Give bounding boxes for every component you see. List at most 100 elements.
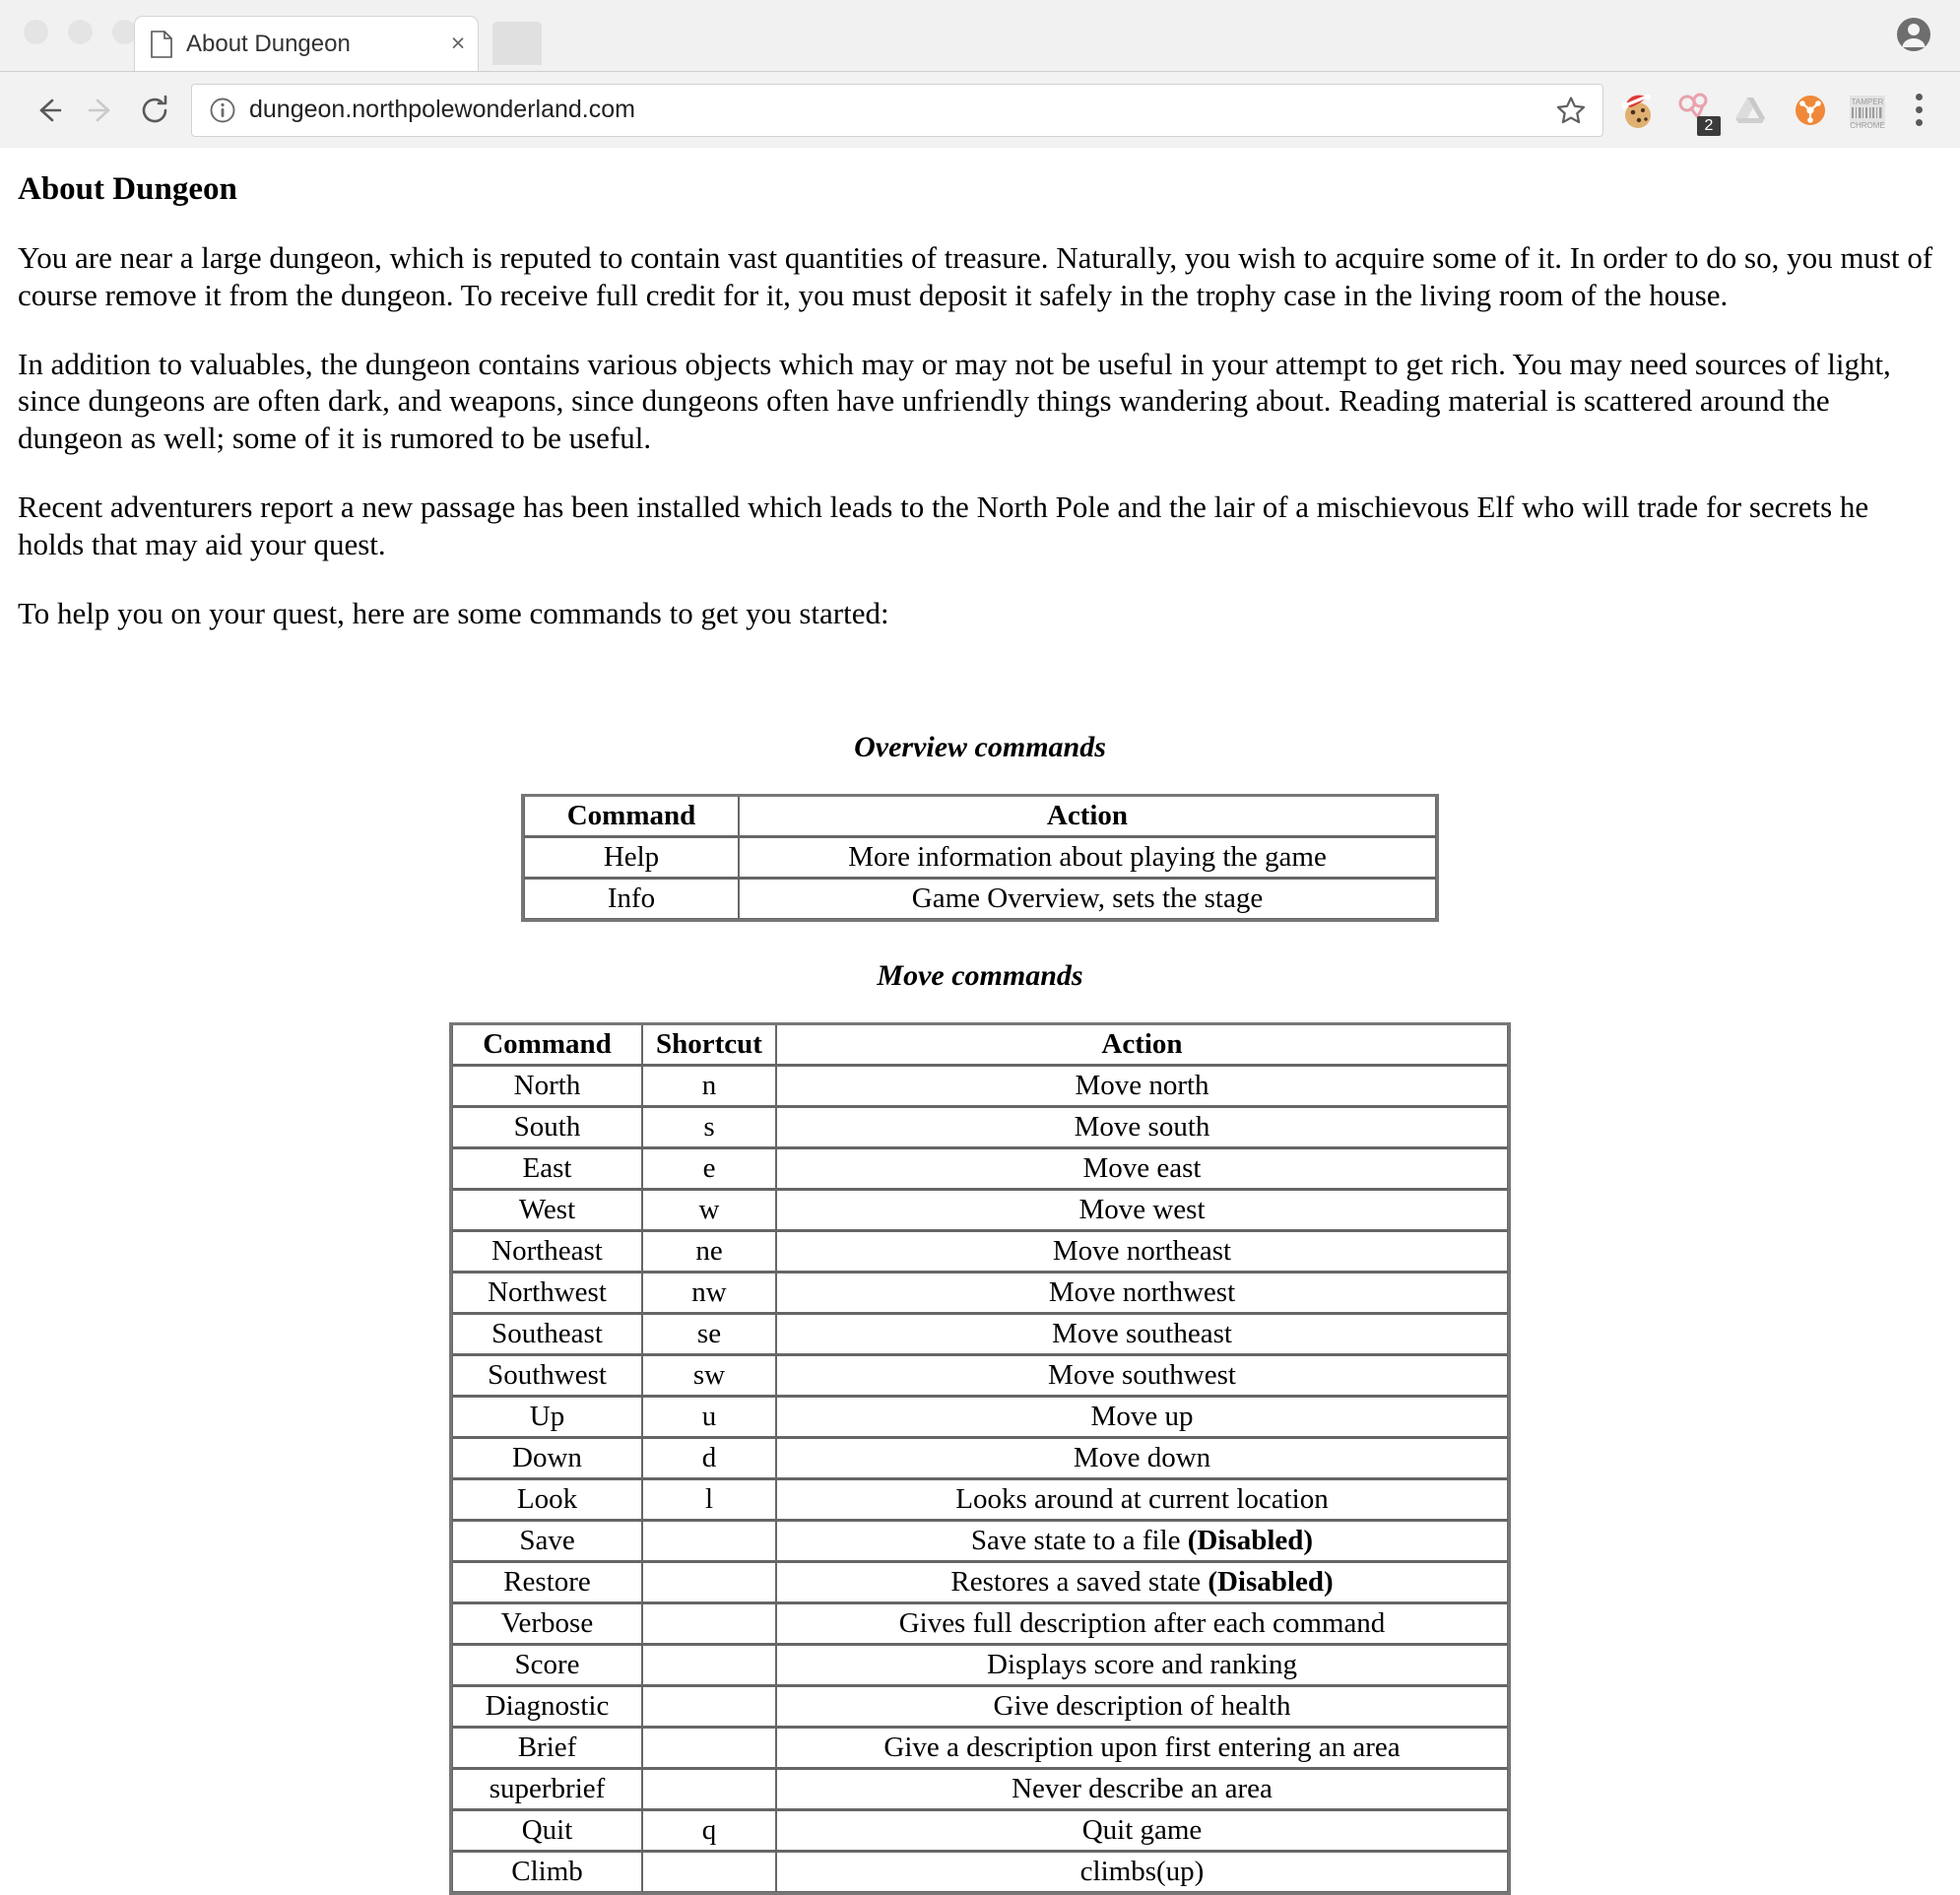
table-row: Save Save state to a file (Disabled): [452, 1519, 1508, 1561]
cell-shortcut: u: [642, 1395, 776, 1437]
back-button[interactable]: [22, 84, 75, 137]
three-dot-menu-icon[interactable]: [1899, 87, 1938, 134]
cell-action: More information about playing the game: [739, 835, 1436, 878]
table-row: North n Move north: [452, 1064, 1508, 1106]
cell-command: Southwest: [452, 1353, 642, 1396]
cell-action: Move north: [776, 1064, 1508, 1106]
new-tab-placeholder[interactable]: [492, 22, 542, 65]
table-row: Southwest sw Move southwest: [452, 1353, 1508, 1396]
disabled-marker: (Disabled): [1187, 1524, 1314, 1556]
tab-strip: About Dungeon ×: [0, 0, 1960, 71]
intro-paragraph-3: Recent adventurers report a new passage …: [18, 490, 1869, 561]
table-row: Look l Looks around at current location: [452, 1477, 1508, 1520]
santa-cookie-icon[interactable]: [1617, 89, 1661, 132]
cell-command: Restore: [452, 1560, 642, 1602]
table-row: Northwest nw Move northwest: [452, 1271, 1508, 1313]
column-header-action: Action: [739, 796, 1436, 836]
cell-shortcut: [642, 1726, 776, 1768]
table-row: Southeast se Move southeast: [452, 1312, 1508, 1354]
cell-command: Score: [452, 1643, 642, 1685]
forward-button[interactable]: [75, 84, 128, 137]
browser-toolbar: dungeon.northpolewonderland.com 2 TAMPER…: [0, 71, 1960, 148]
window-controls[interactable]: [24, 20, 137, 44]
disabled-marker: (Disabled): [1208, 1565, 1334, 1598]
cell-command: Verbose: [452, 1601, 642, 1644]
cell-action: Displays score and ranking: [776, 1643, 1508, 1685]
window-close-button[interactable]: [24, 20, 48, 44]
account-avatar-icon[interactable]: [1893, 14, 1934, 55]
cell-command: Quit: [452, 1808, 642, 1851]
cell-action: Gives full description after each comman…: [776, 1601, 1508, 1644]
star-outline-icon[interactable]: [1555, 95, 1587, 126]
cell-shortcut: [642, 1767, 776, 1809]
cell-command: Look: [452, 1477, 642, 1520]
cell-shortcut: s: [642, 1105, 776, 1147]
table-row: Down d Move down: [452, 1436, 1508, 1478]
cell-command: Down: [452, 1436, 642, 1478]
browser-chrome: About Dungeon × dungeon.northpolewonderl…: [0, 0, 1960, 148]
cell-action: Move west: [776, 1188, 1508, 1230]
cell-shortcut: [642, 1560, 776, 1602]
tab-title: About Dungeon: [186, 30, 351, 57]
move-commands-caption: Move commands: [877, 958, 1083, 992]
tamper-chrome-icon[interactable]: TAMPER CHROME: [1846, 89, 1889, 132]
close-icon[interactable]: ×: [438, 30, 478, 57]
cell-command: superbrief: [452, 1767, 642, 1809]
cell-action: Move southeast: [776, 1312, 1508, 1354]
google-drive-icon[interactable]: [1731, 89, 1775, 132]
column-header-command: Command: [452, 1024, 642, 1065]
table-row: East e Move east: [452, 1146, 1508, 1189]
cell-shortcut: l: [642, 1477, 776, 1520]
cell-shortcut: q: [642, 1808, 776, 1851]
address-bar[interactable]: dungeon.northpolewonderland.com: [191, 83, 1603, 137]
cell-shortcut: [642, 1643, 776, 1685]
cell-command: South: [452, 1105, 642, 1147]
cell-shortcut: se: [642, 1312, 776, 1354]
cell-shortcut: sw: [642, 1353, 776, 1396]
intro-paragraph-2: In addition to valuables, the dungeon co…: [18, 346, 1891, 456]
cell-shortcut: [642, 1684, 776, 1727]
cell-action: Move up: [776, 1395, 1508, 1437]
cell-action: Save state to a file (Disabled): [776, 1519, 1508, 1561]
cell-command: Help: [524, 835, 739, 878]
reload-button[interactable]: [128, 84, 181, 137]
table-row: Climb climbs(up): [452, 1850, 1508, 1892]
orange-molecule-icon[interactable]: [1789, 89, 1832, 132]
table-row: Up u Move up: [452, 1395, 1508, 1437]
column-header-action: Action: [776, 1024, 1508, 1065]
table-row: West w Move west: [452, 1188, 1508, 1230]
table-header-row: Command Action: [524, 796, 1436, 836]
intro-paragraph-4: To help you on your quest, here are some…: [18, 595, 889, 630]
cell-action: Give description of health: [776, 1684, 1508, 1727]
page-document-icon: [151, 30, 172, 58]
cell-command: Southeast: [452, 1312, 642, 1354]
url-text[interactable]: dungeon.northpolewonderland.com: [249, 96, 1555, 124]
extension-icons: 2 TAMPER CHROME: [1617, 89, 1889, 136]
window-minimize-button[interactable]: [68, 20, 93, 44]
cell-command: Up: [452, 1395, 642, 1437]
table-header-row: Command Shortcut Action: [452, 1024, 1508, 1065]
cell-shortcut: n: [642, 1064, 776, 1106]
table-row: Diagnostic Give description of health: [452, 1684, 1508, 1727]
cell-command: Climb: [452, 1850, 642, 1892]
cell-action: Give a description upon first entering a…: [776, 1726, 1508, 1768]
table-row: Info Game Overview, sets the stage: [524, 877, 1436, 919]
cell-command: Diagnostic: [452, 1684, 642, 1727]
overview-table-wrapper: Command Action Help More information abo…: [18, 793, 1942, 922]
cell-command: Northwest: [452, 1271, 642, 1313]
table-row: Brief Give a description upon first enter…: [452, 1726, 1508, 1768]
cell-action: Move northwest: [776, 1271, 1508, 1313]
pink-ribbon-clip-icon[interactable]: 2: [1674, 89, 1721, 136]
svg-text:CHROME: CHROME: [1850, 121, 1885, 130]
cell-action: Quit game: [776, 1808, 1508, 1851]
info-circle-icon[interactable]: [208, 96, 237, 125]
cell-shortcut: [642, 1850, 776, 1892]
table-row: Help More information about playing the …: [524, 835, 1436, 878]
browser-tab-about-dungeon[interactable]: About Dungeon ×: [134, 16, 479, 71]
intro-paragraph-1: You are near a large dungeon, which is r…: [18, 240, 1933, 312]
move-commands-table: Command Shortcut Action North n Move north…: [449, 1021, 1511, 1895]
page-content: About Dungeon You are near a large dunge…: [0, 148, 1960, 1895]
